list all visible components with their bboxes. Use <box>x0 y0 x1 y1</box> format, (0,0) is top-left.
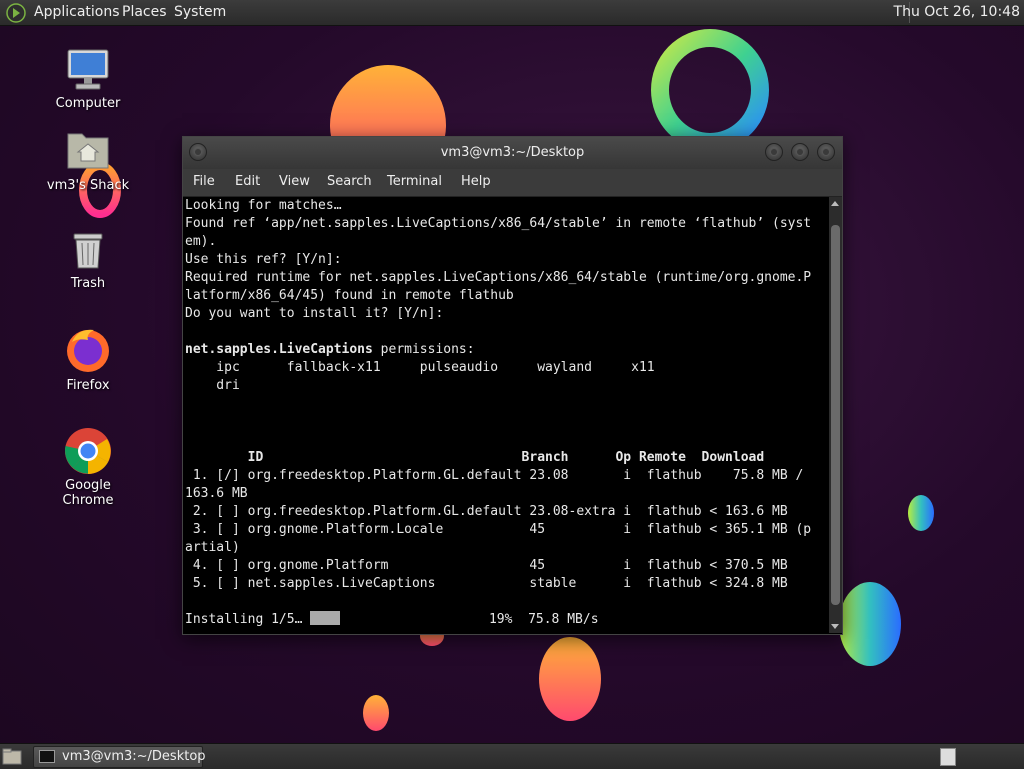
permissions-label: permissions: <box>372 342 475 357</box>
show-desktop-icon[interactable] <box>2 748 22 765</box>
menu-system[interactable]: System <box>174 4 226 20</box>
permissions-list: ipc fallback-x11 pulseaudio wayland x11 <box>185 360 655 375</box>
install-table-row: 2. [ ] org.freedesktop.Platform.GL.defau… <box>185 504 788 519</box>
terminal-output[interactable]: Looking for matches… Found ref ‘app/net.s… <box>185 197 826 633</box>
taskbar-window-label: vm3@vm3:~/Desktop <box>62 749 206 764</box>
terminal-line: Looking for matches… <box>185 198 342 213</box>
menu-applications[interactable]: Applications <box>34 4 120 20</box>
terminal-line: Required runtime for net.sapples.LiveCap… <box>185 270 812 285</box>
scroll-down-arrow-icon[interactable] <box>831 624 839 629</box>
install-table-row: 3. [ ] org.gnome.Platform.Locale 45 i fl… <box>185 522 812 537</box>
terminal-titlebar[interactable]: vm3@vm3:~/Desktop <box>183 137 842 169</box>
install-table-header: ID Branch Op Remote Download <box>185 450 765 465</box>
menu-view[interactable]: View <box>279 174 310 189</box>
scrollbar-thumb[interactable] <box>831 225 840 605</box>
menu-file[interactable]: File <box>193 174 215 189</box>
terminal-menubar: File Edit View Search Terminal Help <box>183 169 842 197</box>
desktop-icon-label: Google Chrome <box>62 478 114 508</box>
close-button[interactable] <box>817 143 835 161</box>
terminal-line: Found ref ‘app/net.sapples.LiveCaptions/… <box>185 216 812 231</box>
terminal-line: Do you want to install it? [Y/n]: <box>185 306 444 321</box>
permissions-list: dri <box>185 378 240 393</box>
menu-places[interactable]: Places <box>122 4 167 20</box>
progress-line: Installing 1/5… 19% 75.8 MB/s <box>185 611 826 629</box>
trash-icon <box>73 233 103 269</box>
menu-search[interactable]: Search <box>327 174 372 189</box>
terminal-line: Use this ref? [Y/n]: <box>185 252 342 267</box>
taskbar-window-terminal[interactable]: vm3@vm3:~/Desktop <box>33 746 206 768</box>
terminal-scrollbar[interactable] <box>829 197 842 633</box>
install-table-row: 4. [ ] org.gnome.Platform 45 i flathub <… <box>185 558 788 573</box>
top-panel: Applications Places System Thu Oct 26, 1… <box>0 0 1024 26</box>
install-table-row: 163.6 MB <box>185 486 248 501</box>
permissions-app-id: net.sapples.LiveCaptions <box>185 342 373 357</box>
scroll-up-arrow-icon[interactable] <box>831 201 839 206</box>
firefox-icon <box>67 329 109 372</box>
progress-bar <box>310 611 341 625</box>
menu-help[interactable]: Help <box>461 174 491 189</box>
desktop-icon-home[interactable]: vm3's Shack <box>38 128 138 193</box>
terminal-icon <box>39 750 55 763</box>
desktop-icon-label: vm3's Shack <box>46 178 130 193</box>
chrome-icon <box>65 428 111 474</box>
terminal-line: em). <box>185 234 217 249</box>
progress-stats: 19% 75.8 MB/s <box>340 612 599 627</box>
desktop-icon-label: Trash <box>70 276 106 291</box>
desktop-icon-firefox[interactable]: Firefox <box>38 326 138 393</box>
terminal-line: latform/x86_64/45) found in remote flath… <box>185 288 514 303</box>
desktop-icon-chrome[interactable]: Google Chrome <box>38 426 138 508</box>
terminal-window[interactable]: vm3@vm3:~/Desktop File Edit View Search … <box>182 136 843 635</box>
minimize-button[interactable] <box>765 143 783 161</box>
home-folder-icon <box>67 133 109 169</box>
mate-logo-icon[interactable] <box>6 3 26 23</box>
clock[interactable]: Thu Oct 26, 10:48 <box>894 4 1020 20</box>
desktop-icon-computer[interactable]: Computer <box>38 46 138 111</box>
permissions-line: net.sapples.LiveCaptions permissions: <box>185 341 826 359</box>
computer-icon <box>67 49 109 90</box>
install-table-row: artial) <box>185 540 240 555</box>
install-table-row: 1. [/] org.freedesktop.Platform.GL.defau… <box>185 468 804 483</box>
desktop: Computer vm3's Shack Trash Firefox Googl… <box>0 0 1024 768</box>
progress-label: Installing 1/5… <box>185 612 311 627</box>
desktop-icon-trash[interactable]: Trash <box>38 228 138 291</box>
window-title: vm3@vm3:~/Desktop <box>440 145 585 160</box>
menu-terminal[interactable]: Terminal <box>387 174 442 189</box>
desktop-icon-label: Computer <box>55 96 121 111</box>
menu-edit[interactable]: Edit <box>235 174 260 189</box>
bottom-panel: vm3@vm3:~/Desktop <box>0 743 1024 769</box>
install-table-row: 5. [ ] net.sapples.LiveCaptions stable i… <box>185 576 788 591</box>
maximize-button[interactable] <box>791 143 809 161</box>
desktop-icon-label: Firefox <box>66 378 110 393</box>
workspace-switcher[interactable] <box>940 748 956 766</box>
